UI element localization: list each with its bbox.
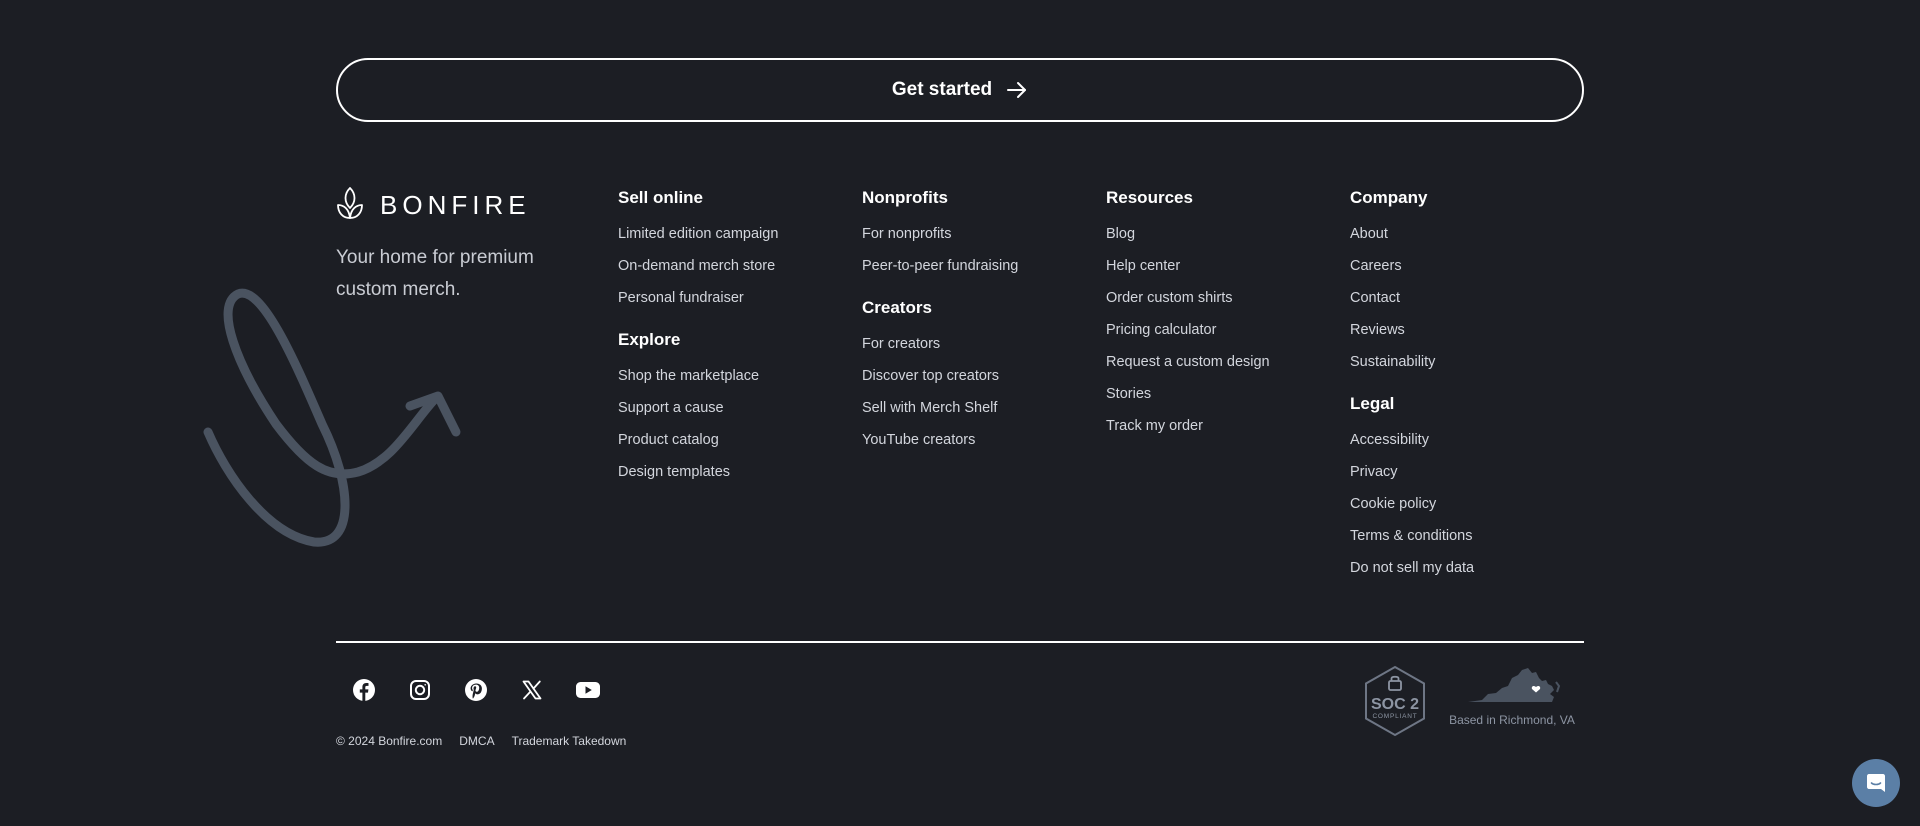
instagram-icon[interactable] bbox=[392, 674, 448, 706]
footer-link[interactable]: YouTube creators bbox=[862, 424, 1018, 456]
footer-link[interactable]: Shop the marketplace bbox=[618, 360, 778, 392]
footer-group-legal: Legal Accessibility Privacy Cookie polic… bbox=[1350, 392, 1474, 584]
group-title: Company bbox=[1350, 188, 1428, 207]
footer-link[interactable]: Design templates bbox=[618, 456, 778, 488]
footer-link[interactable]: About bbox=[1350, 218, 1474, 250]
group-title: Explore bbox=[618, 330, 681, 349]
footer-link[interactable]: Accessibility bbox=[1350, 424, 1474, 456]
footer-link[interactable]: Discover top creators bbox=[862, 360, 1018, 392]
virginia-map-icon bbox=[1468, 668, 1561, 702]
trademark-takedown-link[interactable]: Trademark Takedown bbox=[512, 734, 627, 748]
facebook-icon[interactable] bbox=[336, 674, 392, 706]
footer-link[interactable]: Product catalog bbox=[618, 424, 778, 456]
footer-group-explore: Explore Shop the marketplace Support a c… bbox=[618, 328, 778, 488]
footer-link[interactable]: Blog bbox=[1106, 218, 1270, 250]
get-started-label: Get started bbox=[891, 79, 993, 100]
soc2-label: SOC 2 bbox=[1371, 696, 1419, 713]
social-links bbox=[336, 674, 616, 706]
soc2-compliant-label: COMPLIANT bbox=[1372, 713, 1417, 720]
footer-link[interactable]: Help center bbox=[1106, 250, 1270, 282]
soc2-compliant-badge: SOC 2 COMPLIANT bbox=[1362, 664, 1428, 743]
chat-launcher-button[interactable] bbox=[1852, 759, 1900, 807]
brand-name: BONFIRE bbox=[380, 190, 531, 220]
footer-group-creators: Creators For creators Discover top creat… bbox=[862, 296, 1018, 456]
copyright-text: © 2024 Bonfire.com bbox=[336, 734, 443, 748]
footer-group-sell-online: Sell online Limited edition campaign On-… bbox=[618, 186, 778, 314]
footer-group-company: Company About Careers Contact Reviews Su… bbox=[1350, 186, 1474, 378]
footer-link[interactable]: Terms & conditions bbox=[1350, 520, 1474, 552]
footer-link[interactable]: Contact bbox=[1350, 282, 1474, 314]
legal-row: © 2024 Bonfire.com DMCA Trademark Takedo… bbox=[336, 734, 626, 748]
footer-link[interactable]: Reviews bbox=[1350, 314, 1474, 346]
footer-link[interactable]: Pricing calculator bbox=[1106, 314, 1270, 346]
footer-column-1: Sell online Limited edition campaign On-… bbox=[618, 186, 778, 488]
footer-link[interactable]: Stories bbox=[1106, 378, 1270, 410]
brand-logo[interactable]: BONFIRE bbox=[336, 186, 531, 225]
footer-divider bbox=[336, 641, 1584, 643]
footer-link[interactable]: Careers bbox=[1350, 250, 1474, 282]
footer-group-nonprofits: Nonprofits For nonprofits Peer-to-peer f… bbox=[862, 186, 1018, 282]
group-title: Sell online bbox=[618, 188, 704, 207]
footer-column-3: Resources Blog Help center Order custom … bbox=[1106, 186, 1270, 442]
footer-page: Get started BONFIRE Your home for premiu… bbox=[0, 0, 1920, 826]
decorative-squiggle-arrow bbox=[196, 284, 496, 569]
footer-link[interactable]: On-demand merch store bbox=[618, 250, 778, 282]
group-title: Resources bbox=[1106, 188, 1193, 207]
footer-link[interactable]: Do not sell my data bbox=[1350, 552, 1474, 584]
footer-link[interactable]: Order custom shirts bbox=[1106, 282, 1270, 314]
footer-link[interactable]: Peer-to-peer fundraising bbox=[862, 250, 1018, 282]
richmond-va-badge: Based in Richmond, VA bbox=[1440, 664, 1584, 727]
footer-link[interactable]: Cookie policy bbox=[1350, 488, 1474, 520]
x-icon[interactable] bbox=[504, 674, 560, 706]
footer-link[interactable]: Support a cause bbox=[618, 392, 778, 424]
footer-link[interactable]: Privacy bbox=[1350, 456, 1474, 488]
group-title: Nonprofits bbox=[862, 188, 948, 207]
youtube-icon[interactable] bbox=[560, 674, 616, 706]
group-title: Legal bbox=[1350, 394, 1395, 413]
location-text: Based in Richmond, VA bbox=[1449, 713, 1575, 727]
footer-link[interactable]: Track my order bbox=[1106, 410, 1270, 442]
pinterest-icon[interactable] bbox=[448, 674, 504, 706]
footer-link[interactable]: For creators bbox=[862, 328, 1018, 360]
footer-link[interactable]: Sell with Merch Shelf bbox=[862, 392, 1018, 424]
footer-link[interactable]: Sustainability bbox=[1350, 346, 1474, 378]
dmca-link[interactable]: DMCA bbox=[459, 734, 494, 748]
get-started-button[interactable]: Get started bbox=[336, 58, 1584, 122]
group-title: Creators bbox=[862, 298, 932, 317]
lock-icon bbox=[1388, 675, 1402, 691]
arrow-right-icon bbox=[1006, 81, 1028, 99]
footer-link[interactable]: Personal fundraiser bbox=[618, 282, 778, 314]
chat-bubble-icon bbox=[1867, 774, 1885, 792]
footer-column-2: Nonprofits For nonprofits Peer-to-peer f… bbox=[862, 186, 1018, 456]
footer-link[interactable]: Request a custom design bbox=[1106, 346, 1270, 378]
bonfire-leaf-icon bbox=[336, 186, 364, 225]
footer-link[interactable]: For nonprofits bbox=[862, 218, 1018, 250]
footer-column-4: Company About Careers Contact Reviews Su… bbox=[1350, 186, 1474, 584]
footer-link[interactable]: Limited edition campaign bbox=[618, 218, 778, 250]
footer-group-resources: Resources Blog Help center Order custom … bbox=[1106, 186, 1270, 442]
